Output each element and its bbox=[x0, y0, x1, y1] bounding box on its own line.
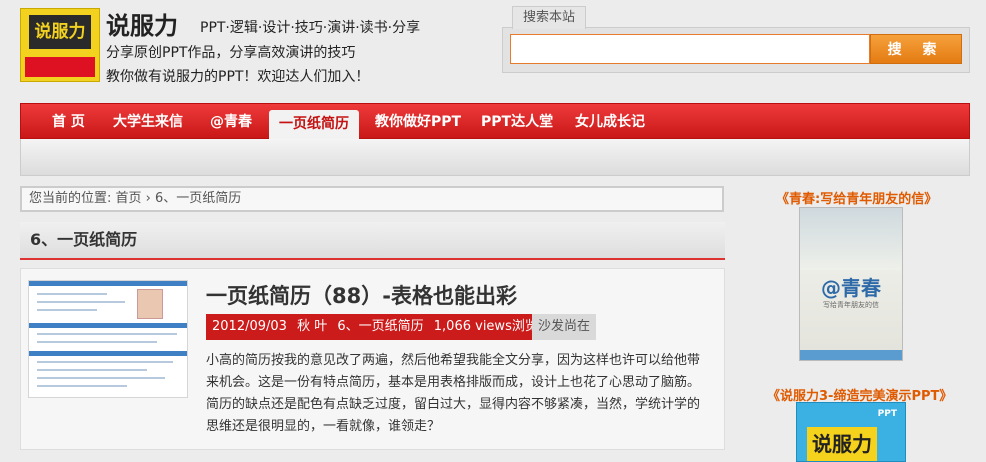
thumb-line bbox=[37, 301, 125, 303]
sidebar-book1-link[interactable]: 《青春:写给青年朋友的信》 bbox=[776, 188, 937, 207]
search-button[interactable]: 搜 索 bbox=[870, 34, 962, 64]
book2-cover-ppt: PPT bbox=[877, 409, 897, 419]
thumb-section-band bbox=[29, 351, 187, 356]
category-title: 6、一页纸简历 bbox=[20, 222, 725, 260]
search-tab: 搜索本站 bbox=[512, 6, 586, 29]
site-description-2: 教你做有说服力的PPT！欢迎达人们加入！ bbox=[106, 69, 370, 85]
logo-band bbox=[25, 57, 95, 77]
post-excerpt: 小高的简历按我的意见改了两遍，然后他希望我能全文分享，因为这样也许可以给他带来机… bbox=[206, 353, 701, 434]
site-tagline: PPT·逻辑·设计·技巧·演讲·读书·分享 bbox=[200, 20, 421, 36]
search-input[interactable] bbox=[510, 34, 870, 64]
post-date: 2012/09/03 bbox=[212, 319, 287, 334]
book1-cover-subtitle: 写给青年朋友的信 bbox=[823, 301, 879, 309]
thumb-header-band bbox=[29, 281, 187, 286]
thumb-line bbox=[37, 361, 173, 363]
post-title[interactable]: 一页纸简历（88）-表格也能出彩 bbox=[206, 280, 517, 310]
post-author[interactable]: 秋 叶 bbox=[297, 319, 327, 334]
nav-item-home[interactable]: 首 页 bbox=[52, 104, 85, 140]
post-thumbnail[interactable] bbox=[28, 280, 188, 398]
thumb-section-band bbox=[29, 323, 187, 328]
main-nav: 首 页 大学生来信 @青春 一页纸简历 教你做好PPT PPT达人堂 女儿成长记 bbox=[20, 103, 970, 140]
book1-cover[interactable]: @青春 写给青年朋友的信 bbox=[799, 207, 903, 361]
book1-cover-mark: @青春 bbox=[821, 276, 881, 300]
nav-item-one-page-resume[interactable]: 一页纸简历 bbox=[269, 110, 359, 140]
thumb-line bbox=[37, 309, 97, 311]
breadcrumb[interactable]: 您当前的位置: 首页 › 6、一页纸简历 bbox=[20, 186, 724, 212]
post-views: 1,066 views浏览 bbox=[433, 319, 538, 334]
nav-item-ppt-experts[interactable]: PPT达人堂 bbox=[481, 104, 553, 140]
thumb-line bbox=[37, 385, 127, 387]
comment-status[interactable]: 沙发尚在 bbox=[532, 314, 597, 340]
post-category[interactable]: 6、一页纸简历 bbox=[337, 319, 423, 334]
thumb-line bbox=[37, 293, 107, 295]
logo-text: 说服力 bbox=[29, 15, 91, 49]
book2-cover[interactable]: PPT 说服力 bbox=[796, 402, 906, 462]
thumb-photo bbox=[137, 289, 163, 319]
thumb-line bbox=[37, 369, 147, 371]
site-description-1: 分享原创PPT作品，分享高效演讲的技巧 bbox=[106, 45, 356, 61]
book1-cover-bar bbox=[800, 350, 902, 360]
nav-item-ppt-tutorial[interactable]: 教你做好PPT bbox=[375, 104, 461, 140]
nav-item-daughter-growth[interactable]: 女儿成长记 bbox=[575, 104, 645, 140]
sub-nav-bar bbox=[20, 139, 970, 176]
site-title[interactable]: 说服力 bbox=[106, 6, 178, 41]
site-logo[interactable]: 说服力 bbox=[20, 8, 100, 82]
thumb-line bbox=[37, 377, 165, 379]
thumb-line bbox=[37, 333, 177, 335]
nav-item-youth[interactable]: @青春 bbox=[210, 104, 252, 140]
post-meta: 2012/09/03 秋 叶 6、一页纸简历 1,066 views浏览 bbox=[206, 314, 544, 340]
nav-item-student-letters[interactable]: 大学生来信 bbox=[113, 104, 183, 140]
book2-cover-title: 说服力 bbox=[807, 427, 877, 461]
book1-cover-photo bbox=[800, 208, 902, 270]
thumb-line bbox=[37, 341, 157, 343]
